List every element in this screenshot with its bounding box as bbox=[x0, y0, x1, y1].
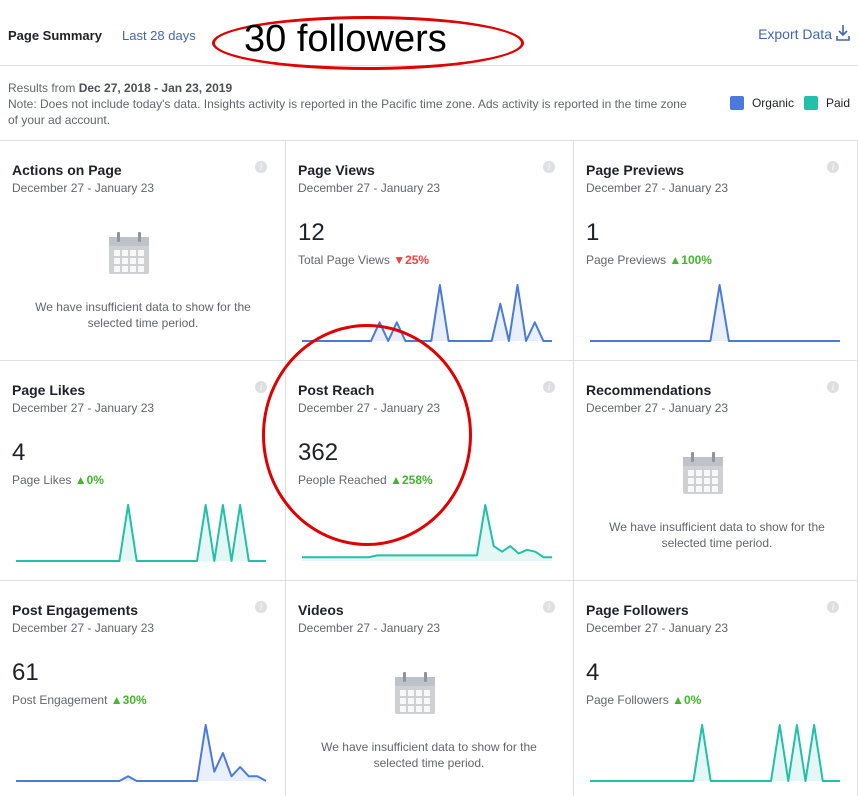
insufficient-data-message: We have insufficient data to show for th… bbox=[35, 300, 251, 330]
card-dates: December 27 - January 23 bbox=[586, 181, 729, 195]
info-icon[interactable]: i bbox=[255, 601, 267, 613]
metric-subtitle: Total Page Views ▼25% bbox=[298, 253, 429, 267]
card-title: Page Views bbox=[298, 162, 375, 178]
info-icon[interactable]: i bbox=[827, 381, 839, 393]
metric-delta: 30% bbox=[122, 693, 147, 707]
metric-label: Total Page Views bbox=[298, 253, 390, 267]
card-page-views[interactable]: Page Views December 27 - January 23 i 12 Tot… bbox=[286, 141, 574, 361]
info-icon[interactable]: i bbox=[543, 161, 555, 173]
trend-up-icon: ▲ bbox=[672, 693, 684, 707]
card-dates: December 27 - January 23 bbox=[12, 401, 155, 415]
info-icon[interactable]: i bbox=[827, 601, 839, 613]
metric-label: Page Previews bbox=[586, 253, 667, 267]
metric-value: 4 bbox=[12, 439, 26, 466]
sparkline-chart bbox=[590, 724, 840, 782]
card-title: Actions on Page bbox=[12, 162, 122, 178]
info-icon[interactable]: i bbox=[255, 161, 267, 173]
legend: Organic Paid bbox=[720, 96, 850, 110]
period-link[interactable]: Last 28 days bbox=[122, 28, 196, 43]
metric-value: 61 bbox=[12, 659, 39, 686]
organic-swatch bbox=[729, 96, 744, 110]
metric-subtitle: Page Likes ▲0% bbox=[12, 473, 104, 487]
card-dates: December 27 - January 23 bbox=[298, 621, 441, 635]
metric-delta: 25% bbox=[405, 253, 430, 267]
legend-paid-label: Paid bbox=[825, 96, 850, 110]
trend-up-icon: ▲ bbox=[110, 693, 123, 707]
results-prefix: Results from bbox=[8, 81, 79, 95]
card-title: Recommendations bbox=[586, 382, 712, 398]
insufficient-data-message: We have insufficient data to show for th… bbox=[321, 740, 537, 770]
info-icon[interactable]: i bbox=[255, 381, 267, 393]
metric-subtitle: Page Previews ▲100% bbox=[586, 253, 712, 267]
sparkline-chart bbox=[16, 504, 266, 562]
metric-delta: 0% bbox=[86, 473, 104, 487]
followers-annotation-text: 30 followers bbox=[244, 18, 447, 60]
download-icon[interactable] bbox=[836, 24, 850, 42]
card-actions-on-page[interactable]: Actions on Page December 27 - January 23 i… bbox=[0, 141, 286, 361]
card-title: Videos bbox=[298, 602, 344, 618]
metric-value: 1 bbox=[586, 219, 600, 246]
sparkline-area bbox=[590, 725, 840, 781]
card-dates: December 27 - January 23 bbox=[12, 621, 155, 635]
sparkline-area bbox=[16, 505, 266, 561]
page-title: Page Summary bbox=[8, 28, 102, 43]
metric-value: 12 bbox=[298, 219, 325, 246]
metric-subtitle: Page Followers ▲0% bbox=[586, 693, 701, 707]
calendar-icon bbox=[683, 452, 723, 494]
calendar-icon bbox=[395, 672, 435, 714]
card-page-previews[interactable]: Page Previews December 27 - January 23 i 1 P… bbox=[574, 141, 858, 361]
trend-down-icon: ▼ bbox=[393, 253, 406, 267]
legend-organic: Organic bbox=[729, 96, 794, 110]
card-title: Page Followers bbox=[586, 602, 689, 618]
card-recommendations[interactable]: Recommendations December 27 - January 23 i… bbox=[574, 361, 858, 581]
card-videos[interactable]: Videos December 27 - January 23 i We have i… bbox=[286, 581, 574, 796]
metric-label: Post Engagement bbox=[12, 693, 108, 707]
note-text: Note: Does not include today's data. Ins… bbox=[8, 97, 687, 127]
card-title: Page Previews bbox=[586, 162, 685, 178]
post-reach-annotation-circle bbox=[262, 324, 472, 546]
metric-subtitle: Post Engagement ▲30% bbox=[12, 693, 147, 707]
metric-label: Page Followers bbox=[586, 693, 669, 707]
sparkline-chart bbox=[16, 724, 267, 782]
trend-up-icon: ▲ bbox=[669, 253, 682, 267]
info-icon[interactable]: i bbox=[827, 161, 839, 173]
sparkline-area bbox=[16, 725, 266, 781]
card-page-followers[interactable]: Page Followers December 27 - January 23 i 4… bbox=[574, 581, 858, 796]
card-page-likes[interactable]: Page Likes December 27 - January 23 i 4 Page… bbox=[0, 361, 286, 581]
metric-label: Page Likes bbox=[12, 473, 72, 487]
results-note: Results from Dec 27, 2018 - Jan 23, 2019… bbox=[8, 80, 688, 128]
paid-swatch bbox=[803, 96, 818, 110]
sparkline-chart bbox=[590, 284, 840, 342]
insufficient-data-message: We have insufficient data to show for th… bbox=[609, 520, 825, 550]
card-dates: December 27 - January 23 bbox=[298, 181, 441, 195]
card-post-engagements[interactable]: Post Engagements December 27 - January 23… bbox=[0, 581, 286, 796]
info-icon[interactable]: i bbox=[543, 601, 555, 613]
trend-up-icon: ▲ bbox=[74, 473, 87, 487]
metric-delta: 0% bbox=[683, 693, 702, 707]
card-dates: December 27 - January 23 bbox=[586, 621, 729, 635]
metric-delta: 100% bbox=[681, 253, 712, 267]
results-range: Dec 27, 2018 - Jan 23, 2019 bbox=[78, 81, 233, 95]
card-dates: December 27 - January 23 bbox=[586, 401, 729, 415]
card-title: Post Engagements bbox=[12, 602, 139, 618]
info-icon[interactable]: i bbox=[543, 381, 555, 393]
export-data-button[interactable]: Export Data bbox=[758, 26, 832, 42]
calendar-icon bbox=[109, 232, 149, 274]
card-dates: December 27 - January 23 bbox=[12, 181, 155, 195]
card-title: Page Likes bbox=[12, 382, 86, 398]
legend-paid: Paid bbox=[803, 96, 850, 110]
legend-organic-label: Organic bbox=[751, 96, 794, 110]
metric-value: 4 bbox=[586, 659, 600, 686]
